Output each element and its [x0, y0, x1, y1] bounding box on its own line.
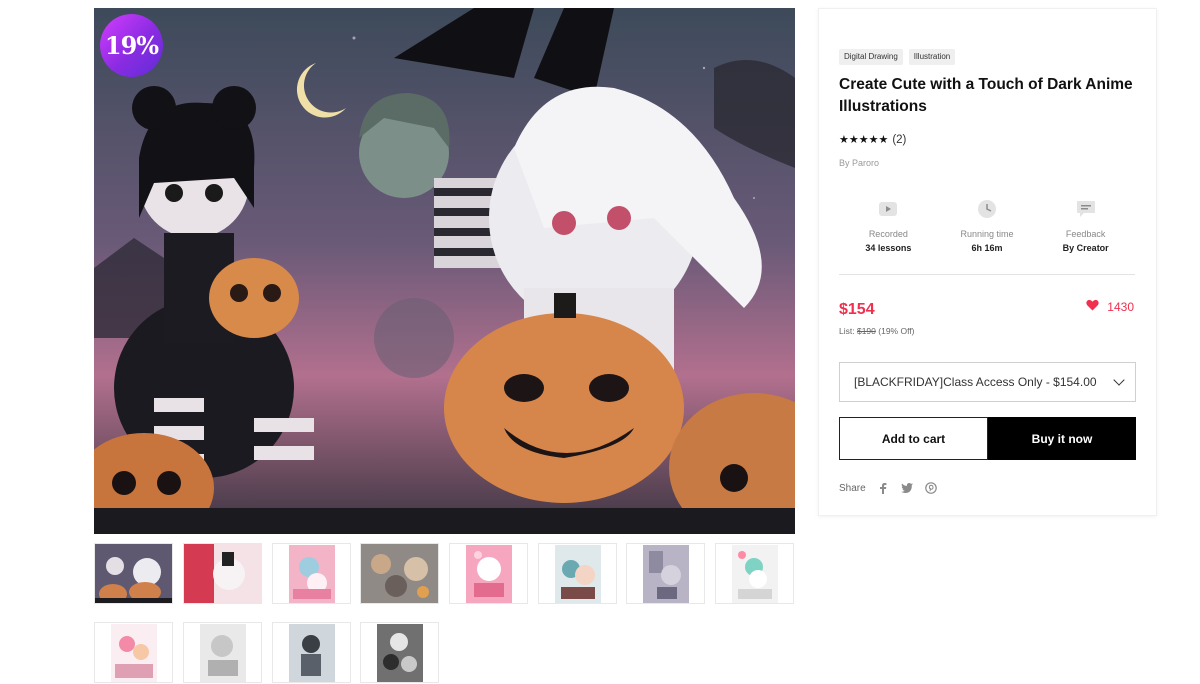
- clock-icon: [975, 197, 999, 221]
- thumbnail-2[interactable]: [183, 543, 262, 604]
- thumbnail-image: [288, 544, 335, 603]
- course-stats: Recorded 34 lessons Running time 6h 16m …: [839, 197, 1135, 275]
- share-label: Share: [839, 482, 866, 494]
- thumbnail-image: [731, 544, 778, 603]
- discount-badge: 19%: [100, 14, 163, 77]
- stat-label: Feedback: [1065, 229, 1106, 239]
- thumbnail-6[interactable]: [538, 543, 617, 604]
- thumbnail-image: [642, 544, 689, 603]
- product-panel: Digital Drawing Illustration Create Cute…: [818, 8, 1157, 516]
- thumbnail-image: [376, 623, 423, 682]
- chat-icon: [1074, 197, 1098, 221]
- stat-running-time: Running time 6h 16m: [938, 197, 1037, 274]
- thumbnail-1[interactable]: [94, 543, 173, 604]
- stat-label: Recorded: [868, 229, 908, 239]
- stat-feedback: Feedback By Creator: [1036, 197, 1135, 274]
- thumbnail-10[interactable]: [183, 622, 262, 683]
- thumbnail-image: [184, 544, 261, 603]
- thumbnail-3[interactable]: [272, 543, 351, 604]
- tag-illustration[interactable]: Illustration: [908, 49, 956, 65]
- option-select[interactable]: [BLACKFRIDAY]Class Access Only - $154.00: [839, 362, 1136, 402]
- thumbnail-9[interactable]: [94, 622, 173, 683]
- thumbnail-11[interactable]: [272, 622, 351, 683]
- category-tags: Digital Drawing Illustration: [839, 49, 956, 65]
- stat-value: 6h 16m: [971, 243, 1003, 253]
- thumbnail-4[interactable]: [360, 543, 439, 604]
- thumbnail-image: [199, 623, 246, 682]
- option-selected: [BLACKFRIDAY]Class Access Only - $154.00: [854, 375, 1097, 389]
- stat-label: Running time: [960, 229, 1014, 239]
- thumbnail-image: [465, 544, 512, 603]
- stat-value: 34 lessons: [865, 243, 912, 253]
- chevron-down-icon: [1113, 374, 1125, 386]
- thumbnail-image: [554, 544, 601, 603]
- product-title: Create Cute with a Touch of Dark Anime I…: [839, 76, 1133, 115]
- thumbnail-image: [110, 623, 157, 682]
- stat-recorded: Recorded 34 lessons: [839, 197, 938, 274]
- thumbnail-image: [361, 544, 438, 603]
- thumbnail-image: [288, 623, 335, 682]
- list-prefix: List:: [839, 326, 855, 336]
- buy-now-button[interactable]: Buy it now: [988, 417, 1136, 460]
- rating[interactable]: ★★★★★ (2): [839, 133, 907, 147]
- rating-count: (2): [892, 133, 907, 146]
- pinterest-icon[interactable]: [924, 481, 938, 495]
- author-name[interactable]: By Paroro: [839, 158, 879, 168]
- play-icon: [876, 197, 900, 221]
- list-price: List: $190 (19% Off): [839, 326, 914, 336]
- twitter-icon[interactable]: [900, 481, 914, 495]
- stat-value: By Creator: [1062, 243, 1109, 253]
- thumbnail-8[interactable]: [715, 543, 794, 604]
- original-price: $190: [856, 326, 876, 336]
- thumbnail-5[interactable]: [449, 543, 528, 604]
- main-product-image[interactable]: 19%: [94, 8, 795, 534]
- thumbnail-12[interactable]: [360, 622, 439, 683]
- like-button[interactable]: 1430: [1086, 299, 1134, 314]
- add-to-cart-button[interactable]: Add to cart: [839, 417, 988, 460]
- sale-price: $154: [839, 301, 875, 318]
- halloween-artwork: [94, 8, 795, 534]
- share-row: Share: [839, 481, 938, 495]
- like-count: 1430: [1107, 299, 1134, 314]
- discount-percent: (19% Off): [878, 326, 915, 336]
- thumbnail-image: [95, 544, 172, 603]
- tag-digital-drawing[interactable]: Digital Drawing: [839, 49, 903, 65]
- thumbnail-7[interactable]: [626, 543, 705, 604]
- rating-stars: ★★★★★: [839, 134, 889, 146]
- heart-icon: [1086, 299, 1099, 314]
- facebook-icon[interactable]: [876, 481, 890, 495]
